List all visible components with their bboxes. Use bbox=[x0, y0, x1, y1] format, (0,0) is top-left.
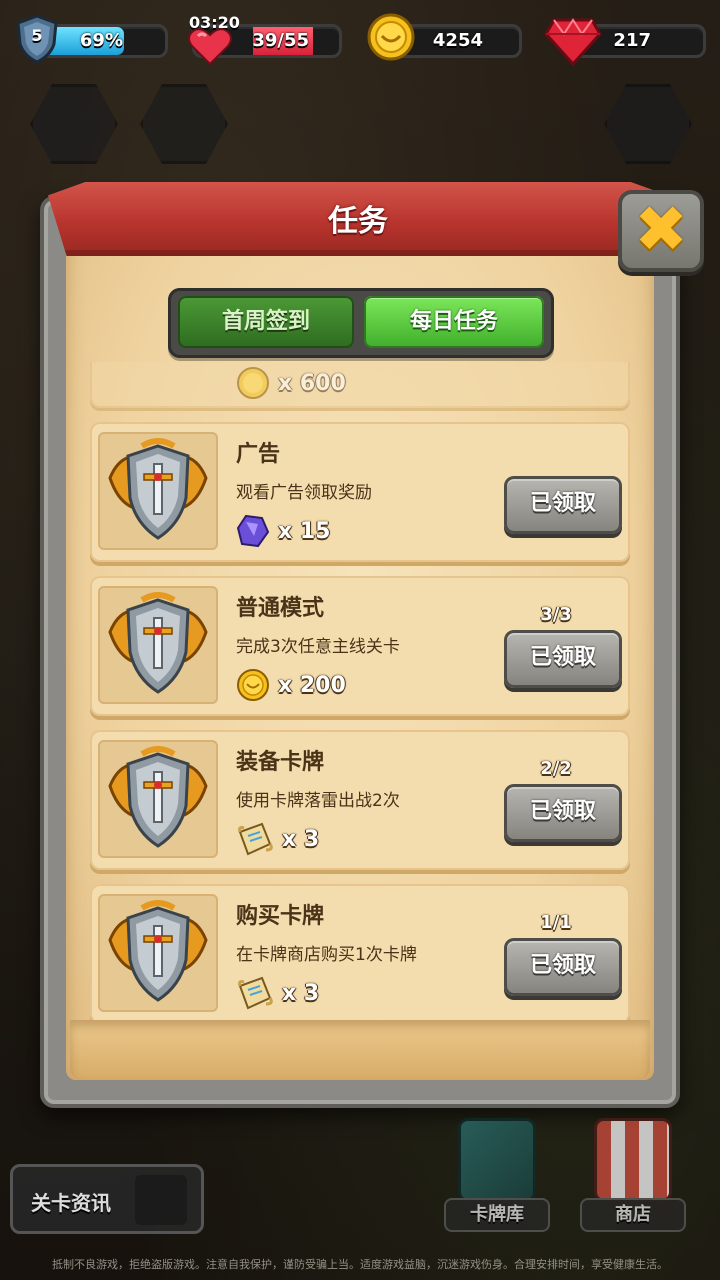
reward: x 600 bbox=[236, 366, 346, 400]
task-icon-frame bbox=[98, 894, 218, 1012]
claimed-button[interactable]: 已领取 bbox=[504, 476, 622, 534]
task-title: 普通模式 bbox=[236, 596, 325, 621]
gold-coin-icon bbox=[237, 367, 269, 399]
gold-coin-icon bbox=[237, 669, 269, 701]
task-title: 装备卡牌 bbox=[236, 750, 325, 775]
shield-sword-badge-icon bbox=[108, 746, 208, 848]
task-card: 装备卡牌 使用卡牌落雷出战2次 x 3 2/2 已领取 bbox=[90, 730, 630, 870]
red-gem-icon bbox=[544, 16, 602, 67]
gem-count: 217 bbox=[613, 30, 651, 51]
title-banner: 任务 bbox=[48, 182, 668, 256]
reward: x 3 bbox=[236, 976, 319, 1010]
reward: x 3 bbox=[236, 822, 319, 856]
shop-label: 商店 bbox=[580, 1198, 686, 1232]
task-list[interactable]: x 600 广告 观看广告领取奖励 x 15 已领取 普通模式 完成3次任意主线… bbox=[88, 362, 632, 1022]
claimed-button[interactable]: 已领取 bbox=[504, 630, 622, 688]
task-description: 在卡牌商店购买1次卡牌 bbox=[236, 945, 417, 965]
shop-button[interactable]: 商店 bbox=[580, 1118, 686, 1238]
scroll-icon bbox=[238, 822, 273, 856]
level-shield-icon: 5 bbox=[14, 14, 60, 64]
purple-gem-icon bbox=[236, 514, 270, 548]
reward-amount: x 3 bbox=[282, 826, 320, 852]
dialog-title: 任务 bbox=[328, 204, 388, 239]
reward: x 15 bbox=[236, 514, 330, 548]
reward-amount: x 15 bbox=[278, 518, 331, 544]
parchment-scroll-bottom bbox=[70, 1020, 650, 1080]
tab-daily-tasks[interactable]: 每日任务 bbox=[364, 296, 544, 348]
tab-group: 首周签到 每日任务 bbox=[168, 288, 554, 358]
task-description: 使用卡牌落雷出战2次 bbox=[236, 791, 400, 811]
task-title: 广告 bbox=[236, 442, 281, 467]
shop-stall-icon bbox=[594, 1118, 672, 1202]
reward-amount: x 200 bbox=[278, 672, 346, 698]
task-icon-frame bbox=[98, 432, 218, 550]
task-progress: 2/2 bbox=[540, 758, 572, 779]
task-icon-frame bbox=[98, 586, 218, 704]
close-x-icon: ✖ bbox=[634, 193, 688, 267]
shield-sword-badge-icon bbox=[108, 900, 208, 1002]
card-library-button[interactable]: 卡牌库 bbox=[444, 1118, 550, 1238]
shield-sword-badge-icon bbox=[108, 592, 208, 694]
coin-count: 4254 bbox=[432, 30, 483, 51]
task-progress: 3/3 bbox=[540, 604, 572, 625]
task-description: 观看广告领取奖励 bbox=[236, 483, 372, 503]
top-hud: 69% 5 03:20 39/55 4254 217 bbox=[0, 12, 720, 72]
claimed-button[interactable]: 已领取 bbox=[504, 938, 622, 996]
card-library-label: 卡牌库 bbox=[444, 1198, 550, 1232]
tab-first-week-checkin[interactable]: 首周签到 bbox=[178, 296, 354, 348]
task-card: 购买卡牌 在卡牌商店购买1次卡牌 x 3 1/1 已领取 bbox=[90, 884, 630, 1022]
gold-coin-icon bbox=[366, 12, 416, 62]
reward: x 200 bbox=[236, 668, 346, 702]
shield-sword-badge-icon bbox=[108, 438, 208, 540]
xp-percent: 69% bbox=[79, 30, 123, 51]
heart-icon bbox=[186, 26, 234, 66]
level-info-thumbnail bbox=[135, 1175, 187, 1225]
task-card: 普通模式 完成3次任意主线关卡 x 200 3/3 已领取 bbox=[90, 576, 630, 716]
task-card-partial: x 600 bbox=[90, 362, 630, 408]
health-notice: 抵制不良游戏，拒绝盗版游戏。注意自我保护，谨防受骗上当。适度游戏益脑，沉迷游戏伤… bbox=[52, 1258, 668, 1271]
reward-amount: x 3 bbox=[282, 980, 320, 1006]
reward-amount: x 600 bbox=[278, 370, 346, 396]
level-info-label: 关卡资讯 bbox=[31, 1191, 111, 1215]
task-card: 广告 观看广告领取奖励 x 15 已领取 bbox=[90, 422, 630, 562]
close-button[interactable]: ✖ bbox=[618, 190, 704, 272]
energy-count: 39/55 bbox=[252, 30, 309, 51]
task-icon-frame bbox=[98, 740, 218, 858]
scroll-icon bbox=[238, 976, 273, 1010]
task-title: 购买卡牌 bbox=[236, 904, 325, 929]
task-progress: 1/1 bbox=[540, 912, 572, 933]
task-description: 完成3次任意主线关卡 bbox=[236, 637, 400, 657]
player-level: 5 bbox=[31, 26, 43, 45]
claimed-button[interactable]: 已领取 bbox=[504, 784, 622, 842]
cards-icon bbox=[458, 1118, 536, 1202]
level-info-button[interactable]: 关卡资讯 bbox=[10, 1164, 204, 1234]
